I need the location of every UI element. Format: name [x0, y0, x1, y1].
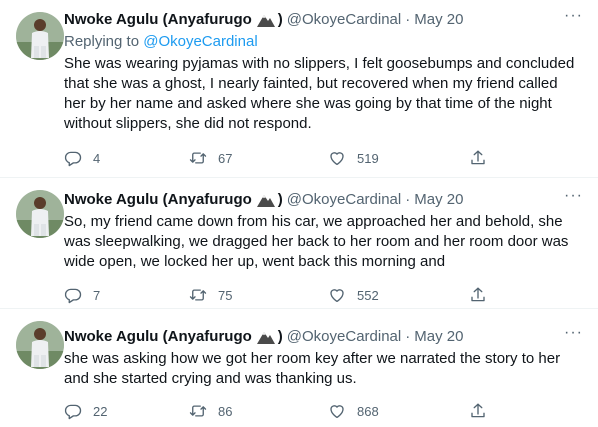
reply-icon — [64, 402, 82, 420]
share-button[interactable] — [469, 148, 487, 168]
like-button[interactable]: 868 — [328, 401, 379, 421]
separator-dot: · — [405, 191, 411, 208]
timestamp[interactable]: May 20 — [414, 190, 463, 210]
display-name[interactable]: Nwoke Agulu (Anyafurugo — [64, 327, 252, 347]
replying-handle-link[interactable]: @OkoyeCardinal — [143, 33, 257, 50]
retweet-count: 86 — [218, 403, 233, 419]
retweet-button[interactable]: 75 — [189, 285, 232, 305]
display-name[interactable]: Nwoke Agulu (Anyafurugo — [64, 10, 252, 30]
like-button[interactable]: 552 — [328, 285, 379, 305]
like-count: 519 — [357, 150, 379, 166]
tweet[interactable]: Nwoke Agulu (Anyafurugo ) @OkoyeCardinal… — [0, 309, 598, 427]
reply-count: 4 — [93, 150, 101, 166]
more-icon[interactable]: ··· — [564, 8, 582, 28]
display-name-close: ) — [277, 328, 283, 345]
share-icon — [469, 402, 487, 420]
timestamp[interactable]: May 20 — [414, 10, 463, 30]
tweet[interactable]: Nwoke Agulu (Anyafurugo ) @OkoyeCardinal… — [0, 178, 598, 309]
reply-count: 7 — [93, 287, 101, 303]
action-bar: 22 86 868 — [64, 401, 489, 421]
heart-icon — [328, 402, 346, 420]
like-count: 552 — [357, 287, 379, 303]
handle[interactable]: @OkoyeCardinal — [287, 190, 401, 210]
share-button[interactable] — [469, 401, 487, 421]
reply-count: 22 — [93, 403, 108, 419]
tweet-text: So, my friend came down from his car, we… — [64, 213, 569, 270]
heart-icon — [328, 149, 346, 167]
more-icon[interactable]: ··· — [564, 188, 582, 208]
mountain-emoji-icon — [256, 329, 276, 345]
retweet-count: 75 — [218, 287, 233, 303]
like-button[interactable]: 519 — [328, 148, 379, 168]
handle[interactable]: @OkoyeCardinal — [287, 327, 401, 347]
heart-icon — [328, 286, 346, 304]
reply-icon — [64, 286, 82, 304]
tweet[interactable]: Nwoke Agulu (Anyafurugo ) @OkoyeCardinal… — [0, 0, 598, 178]
tweet-header: Nwoke Agulu (Anyafurugo ) @OkoyeCardinal… — [64, 190, 582, 210]
share-button[interactable] — [469, 285, 487, 305]
action-bar: 7 75 552 — [64, 285, 489, 305]
more-icon[interactable]: ··· — [564, 325, 582, 345]
retweet-icon — [189, 402, 207, 420]
timestamp[interactable]: May 20 — [414, 327, 463, 347]
mountain-emoji-icon — [256, 192, 276, 208]
like-count: 868 — [357, 403, 379, 419]
reply-button[interactable]: 7 — [64, 285, 100, 305]
avatar[interactable] — [16, 12, 64, 60]
share-icon — [469, 286, 487, 304]
tweet-text: she was asking how we got her room key a… — [64, 350, 561, 387]
reply-icon — [64, 149, 82, 167]
tweet-header: Nwoke Agulu (Anyafurugo ) @OkoyeCardinal… — [64, 327, 582, 347]
avatar[interactable] — [16, 190, 64, 238]
retweet-button[interactable]: 67 — [189, 148, 232, 168]
replying-label: Replying to — [64, 33, 140, 50]
share-icon — [469, 149, 487, 167]
display-name-close: ) — [277, 11, 283, 28]
retweet-icon — [189, 286, 207, 304]
retweet-icon — [189, 149, 207, 167]
replying-to: Replying to @OkoyeCardinal — [64, 32, 582, 52]
avatar[interactable] — [16, 321, 64, 369]
display-name[interactable]: Nwoke Agulu (Anyafurugo — [64, 190, 252, 210]
reply-button[interactable]: 22 — [64, 401, 107, 421]
separator-dot: · — [405, 328, 411, 345]
action-bar: 4 67 519 — [64, 148, 489, 168]
display-name-close: ) — [277, 191, 283, 208]
handle[interactable]: @OkoyeCardinal — [287, 10, 401, 30]
reply-button[interactable]: 4 — [64, 148, 100, 168]
separator-dot: · — [405, 11, 411, 28]
retweet-count: 67 — [218, 150, 233, 166]
mountain-emoji-icon — [256, 12, 276, 28]
tweet-text: She was wearing pyjamas with no slippers… — [64, 55, 575, 132]
tweet-header: Nwoke Agulu (Anyafurugo ) @OkoyeCardinal… — [64, 10, 582, 30]
retweet-button[interactable]: 86 — [189, 401, 232, 421]
